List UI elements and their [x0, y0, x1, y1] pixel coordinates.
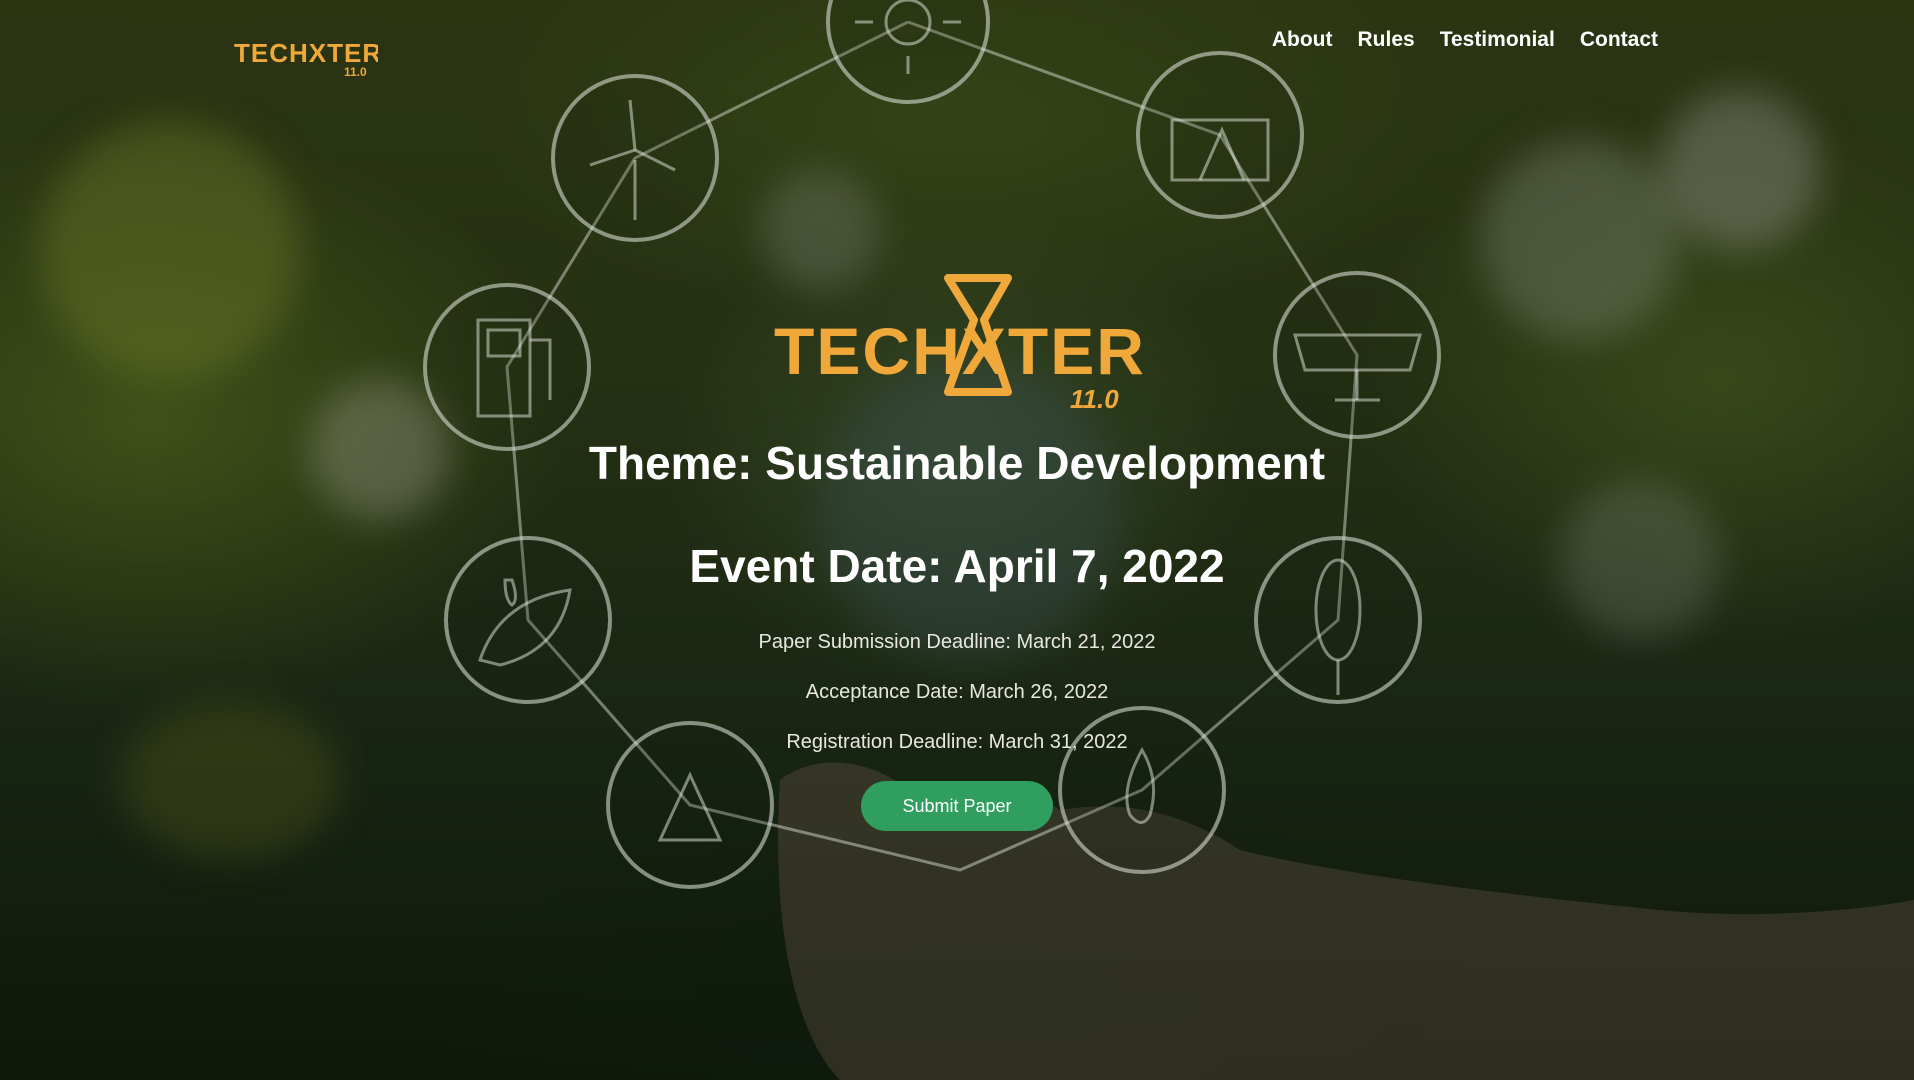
- hero-logo-text: TECHXTER: [774, 314, 1146, 388]
- nav-item-contact[interactable]: Contact: [1580, 26, 1658, 54]
- main-nav: About Rules Testimonial Contact: [1272, 26, 1658, 54]
- acceptance-date: Acceptance Date: March 26, 2022: [805, 681, 1109, 703]
- fuel-station-icon: [423, 283, 591, 451]
- sun-icon: [826, 0, 990, 104]
- wind-turbine-icon: [551, 74, 719, 242]
- registration-deadline: Registration Deadline: March 31, 2022: [786, 731, 1128, 753]
- solar-panel-icon: [1273, 271, 1441, 439]
- paper-submission-deadline: Paper Submission Deadline: March 21, 202…: [758, 631, 1156, 653]
- nav-item-testimonial[interactable]: Testimonial: [1440, 26, 1555, 54]
- nav-item-rules[interactable]: Rules: [1358, 26, 1415, 54]
- hero-logo: TECHXTER 11.0: [774, 274, 1146, 412]
- hero-section: TECHXTER 11.0 About Rules Testimonial Co…: [0, 0, 1914, 1080]
- hero-logo-version: 11.0: [1070, 384, 1119, 412]
- bokeh-light: [120, 700, 340, 860]
- bokeh-light: [1660, 90, 1820, 250]
- bokeh-light: [40, 120, 300, 380]
- nav-item-about[interactable]: About: [1272, 26, 1333, 54]
- event-date: Event Date: April 7, 2022: [689, 540, 1225, 592]
- oil-pump-icon: [1136, 51, 1304, 219]
- nav-logo-version: 11.0: [344, 65, 367, 78]
- event-theme: Theme: Sustainable Development: [588, 437, 1326, 489]
- bokeh-light: [1480, 140, 1680, 340]
- nav-logo-text: TECHXTER: [234, 38, 378, 68]
- submit-paper-button[interactable]: Submit Paper: [861, 781, 1053, 831]
- nav-logo[interactable]: TECHXTER 11.0: [232, 26, 378, 78]
